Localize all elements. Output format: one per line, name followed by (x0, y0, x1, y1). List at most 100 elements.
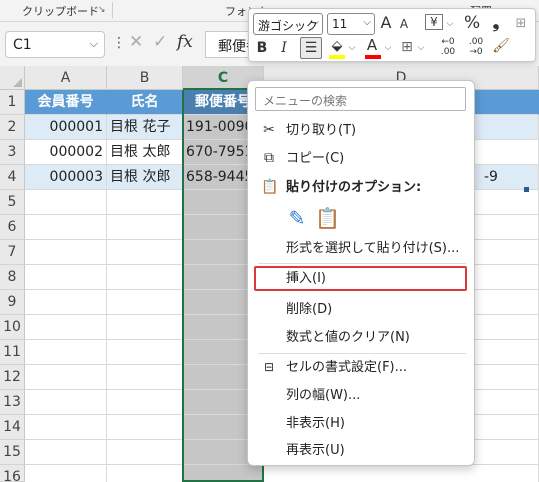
row-header[interactable]: 3 (0, 140, 25, 165)
name-box[interactable]: C1 ⌵ (5, 31, 105, 58)
row-header[interactable]: 10 (0, 315, 25, 340)
cell-name[interactable]: 目根 次郎 (107, 165, 183, 190)
font-size-select[interactable]: 11 ⌵ (327, 13, 375, 35)
font-name-select[interactable]: 游ゴシック ⌵ (253, 13, 323, 35)
cell-member-id[interactable]: 000001 (25, 115, 107, 140)
font-color-icon[interactable]: A (365, 35, 379, 55)
menu-item-clear-contents[interactable]: 数式と値のクリア(N) (248, 325, 474, 350)
paste-formatting-icon[interactable]: ✎ (286, 206, 308, 230)
paste-icon: 📋 (261, 179, 279, 195)
row-header[interactable]: 1 (0, 90, 25, 115)
cell-empty[interactable] (25, 465, 107, 482)
row-header[interactable]: 4 (0, 165, 25, 190)
cell-member-id[interactable]: 000002 (25, 140, 107, 165)
cell-empty[interactable] (25, 415, 107, 440)
borders-icon[interactable]: ⊞ (399, 37, 415, 57)
cell-empty[interactable] (107, 340, 183, 365)
dialog-launcher-icon[interactable]: ↘ (98, 5, 106, 15)
fill-color-icon[interactable]: ⬙ (329, 36, 345, 56)
row-header[interactable]: 2 (0, 115, 25, 140)
menu-item-cut[interactable]: ✂ 切り取り(T) (248, 118, 474, 143)
row-header[interactable]: 15 (0, 440, 25, 465)
menu-item-delete[interactable]: 削除(D) (248, 297, 474, 322)
cell-empty[interactable] (107, 190, 183, 215)
cell-empty[interactable] (25, 190, 107, 215)
cell-empty[interactable] (25, 315, 107, 340)
align-center-icon[interactable]: ☰ (300, 37, 322, 59)
chevron-down-icon[interactable]: ⌵ (446, 14, 454, 34)
cell-empty[interactable] (264, 465, 539, 482)
cell-empty[interactable] (25, 440, 107, 465)
format-table-icon[interactable]: ⊞ (512, 14, 530, 34)
row-header[interactable]: 6 (0, 215, 25, 240)
row-header[interactable]: 16 (0, 465, 25, 482)
cell-name[interactable]: 目根 太郎 (107, 140, 183, 165)
row-header[interactable]: 13 (0, 390, 25, 415)
cell-empty[interactable] (107, 365, 183, 390)
currency-format-icon[interactable]: ¥ (425, 14, 443, 30)
cell-empty[interactable] (107, 415, 183, 440)
cell-empty[interactable] (25, 215, 107, 240)
cell-empty[interactable] (25, 240, 107, 265)
menu-item-label: 再表示(U) (286, 443, 345, 458)
cell-empty[interactable] (107, 315, 183, 340)
select-all-corner[interactable] (0, 66, 25, 90)
menu-separator (258, 263, 466, 264)
row-header[interactable]: 7 (0, 240, 25, 265)
bold-button[interactable]: B (255, 38, 269, 58)
percent-style-icon[interactable]: % (464, 13, 480, 33)
insert-function-icon[interactable]: fx (177, 32, 193, 52)
cell-empty[interactable] (25, 340, 107, 365)
cell-empty[interactable] (107, 465, 183, 482)
cell-empty[interactable] (107, 265, 183, 290)
cell-empty[interactable] (25, 365, 107, 390)
menu-item-paste-special[interactable]: 形式を選択して貼り付け(S)... (248, 236, 474, 261)
row-header[interactable]: 11 (0, 340, 25, 365)
column-header-b[interactable]: B (107, 66, 183, 90)
cell-empty[interactable] (107, 290, 183, 315)
cell-member-id[interactable]: 000003 (25, 165, 107, 190)
column-header-a[interactable]: A (25, 66, 107, 90)
more-options-icon[interactable]: ⋮ (112, 35, 126, 51)
italic-button[interactable]: I (277, 38, 291, 58)
row-header[interactable]: 12 (0, 365, 25, 390)
cell-empty[interactable] (183, 465, 264, 482)
menu-item-unhide[interactable]: 再表示(U) (248, 438, 474, 463)
header-cell-member-id[interactable]: 会員番号 (25, 90, 107, 115)
row-header[interactable]: 8 (0, 265, 25, 290)
menu-item-format-cells[interactable]: ⊟ セルの書式設定(F)... (248, 355, 474, 380)
row-header[interactable]: 14 (0, 415, 25, 440)
menu-item-hide[interactable]: 非表示(H) (248, 411, 474, 436)
enter-icon[interactable]: ✓ (153, 32, 167, 52)
comma-style-icon[interactable]: ❟ (490, 13, 502, 33)
decrease-decimal-icon[interactable]: .00 →0 (465, 37, 487, 57)
cell-empty[interactable] (107, 240, 183, 265)
cancel-icon[interactable]: ✕ (129, 32, 143, 52)
format-painter-icon[interactable]: 🖌 (492, 36, 510, 56)
cell-name[interactable]: 目根 花子 (107, 115, 183, 140)
menu-item-insert[interactable]: 挿入(I) (254, 266, 467, 291)
row-header[interactable]: 9 (0, 290, 25, 315)
chevron-down-icon[interactable]: ⌵ (384, 38, 392, 58)
chevron-down-icon[interactable]: ⌵ (348, 38, 356, 58)
chevron-down-icon[interactable]: ⌵ (90, 37, 98, 51)
cell-empty[interactable] (25, 265, 107, 290)
paste-values-icon[interactable]: 📋 (315, 206, 340, 230)
menu-item-column-width[interactable]: 列の幅(W)... (248, 383, 474, 408)
menu-search-input[interactable]: メニューの検索 (255, 87, 466, 111)
cell-empty[interactable] (107, 440, 183, 465)
row-header[interactable]: 5 (0, 190, 25, 215)
menu-item-copy[interactable]: ⧉ コピー(C) (248, 146, 474, 171)
header-cell-name[interactable]: 氏名 (107, 90, 183, 115)
increase-decimal-icon[interactable]: ←0.00 (437, 37, 459, 57)
copy-icon: ⧉ (264, 150, 274, 166)
cell-empty[interactable] (107, 390, 183, 415)
grow-font-icon[interactable]: A (379, 13, 393, 33)
shrink-font-icon[interactable]: A (398, 14, 410, 34)
chevron-down-icon[interactable]: ⌵ (417, 38, 425, 58)
ribbon-group-clipboard: クリップボード (22, 5, 99, 18)
table-resize-handle[interactable] (524, 187, 529, 192)
cell-empty[interactable] (25, 390, 107, 415)
cell-empty[interactable] (25, 290, 107, 315)
cell-empty[interactable] (107, 215, 183, 240)
